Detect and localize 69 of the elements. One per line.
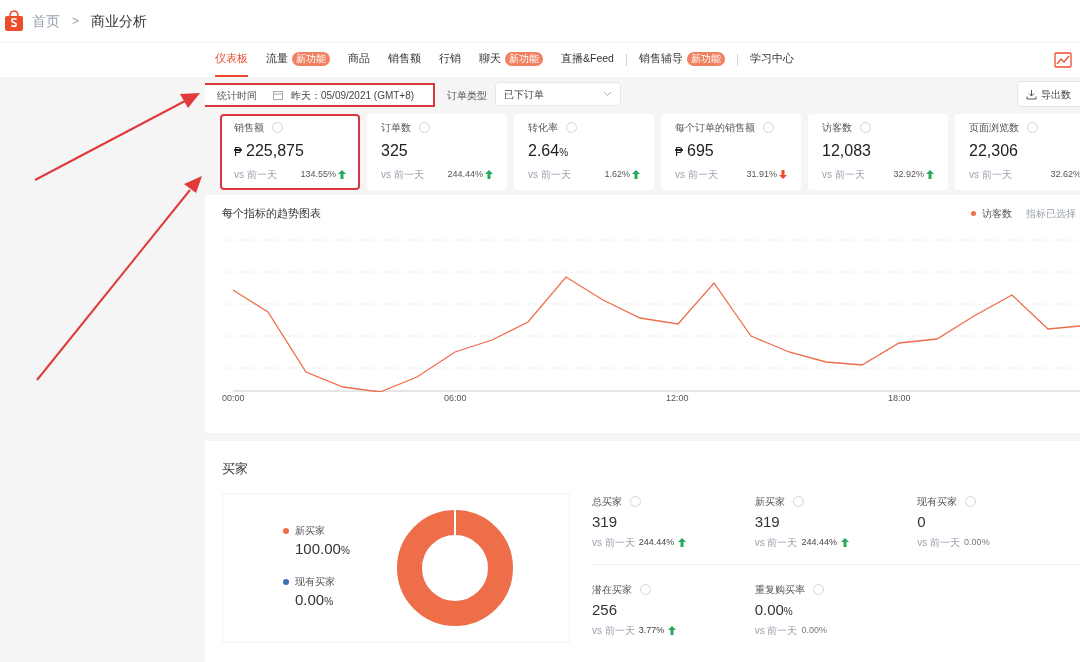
metric-title: 转化率 [528,121,558,135]
change-value: 31.91% [746,167,777,181]
change-value: 0.00% [801,624,827,637]
change-value: 0.00% [964,536,990,549]
order-type-label: 订单类型 [447,89,487,103]
stat-title: 新买家 [754,494,785,509]
breadcrumb-current: 商业分析 [91,11,147,31]
shopping-bag-logo[interactable] [4,10,24,32]
change-value: 1.62% [604,167,630,181]
metric-value: ₱ 695 [675,141,715,161]
new-badge: 新功能 [505,52,543,66]
nav-tab[interactable]: 商品 [348,43,370,77]
metric-value: ₱ 225,875 [234,141,305,161]
x-axis-label: 06:00 [444,391,467,405]
stat-value: 0 [917,511,927,532]
nav-tab[interactable]: 行销 [439,43,461,77]
nav-tab[interactable]: 销售辅导 新功能 [638,43,725,77]
x-axis-label: 18:00 [888,391,911,405]
metric-title: 访客数 [822,121,852,135]
nav-tab[interactable]: 流量 新功能 [266,43,330,77]
metric-title: 销售额 [234,121,264,135]
change-value: 244.44% [801,536,837,549]
metric-title: 订单数 [381,121,411,135]
metric-value: 2.64% [528,141,570,161]
change-value: 244.44% [447,167,483,181]
new-badge: 新功能 [292,52,330,66]
stat-title: 现有买家 [917,494,958,509]
legend-label: 新买家 [295,523,325,538]
stat-value: 0.00% [754,599,794,620]
stat-title: 重复购买率 [754,582,805,597]
metric-title: 页面浏览数 [969,121,1019,135]
date-label: 统计时间 [217,88,257,103]
change-value: 32.92% [893,167,924,181]
breadcrumb-separator: > [72,13,79,30]
metric-value: 22,306 [969,141,1019,161]
change-value: 3.77% [638,624,665,637]
chart-title: 每个指标的趋势图表 [222,206,321,221]
change-value: 134.55% [300,167,336,181]
calendar-icon [273,90,283,100]
x-axis-label: 12:00 [666,391,689,405]
chart-icon[interactable] [1054,52,1072,68]
stat-value: 319 [592,511,619,532]
date-filter[interactable]: 统计时间 昨天：05/09/2021 (GMT+8) [205,83,435,107]
x-axis-label: 00:00 [222,391,245,405]
change-value: 32.62% [1050,167,1080,181]
stat-title: 潜在买家 [592,582,632,597]
stat-value: 256 [592,599,619,620]
nav-tab[interactable]: 直播&Feed [561,43,614,77]
nav-tab[interactable]: 聊天 新功能 [479,43,543,77]
date-value: 昨天：05/09/2021 (GMT+8) [291,88,415,103]
legend-value: 0.00% [295,589,335,610]
new-badge: 新功能 [686,52,725,66]
nav-tab[interactable]: 销售额 [388,43,421,77]
nav-tab[interactable]: 仪表板 [215,43,248,77]
legend-label: 现有买家 [295,574,335,589]
legend-label: 访客数 [982,206,1012,221]
change-value: 244.44% [638,536,675,549]
metric-value: 325 [381,141,409,161]
section-title: 买家 [222,460,249,478]
metric-value: 12,083 [822,141,872,161]
stat-title: 总买家 [592,494,622,509]
nav-tab[interactable]: 学习中心 [749,43,794,77]
order-type-dropdown[interactable]: 已下订单 [495,82,621,106]
metric-title: 每个订单的销售额 [675,121,755,135]
chevron-down-icon [603,91,612,97]
download-icon [1026,88,1037,100]
legend-value: 100.00% [295,539,351,559]
stat-value: 319 [754,511,781,532]
export-button[interactable]: 导出数 [1017,81,1080,107]
